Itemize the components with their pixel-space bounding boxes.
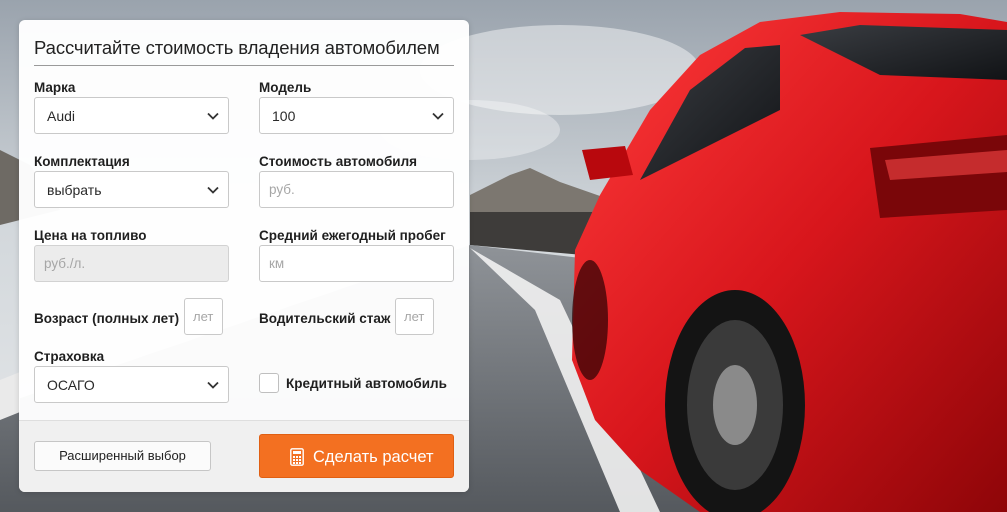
calculate-button[interactable]: Сделать расчет [259,434,454,478]
calculator-icon [290,448,304,466]
form-title: Рассчитайте стоимость владения автомобил… [34,37,440,58]
driving-experience-input[interactable]: лет [395,298,434,335]
age-input[interactable]: лет [184,298,223,335]
insurance-label: Страховка [34,349,105,364]
annual-mileage-label: Средний ежегодный пробег [259,228,446,243]
annual-mileage-input[interactable]: км [259,245,454,282]
fuel-price-placeholder: руб./л. [44,256,86,271]
car-price-input[interactable]: руб. [259,171,454,208]
model-value: 100 [272,108,296,124]
model-label: Модель [259,80,312,95]
chevron-down-icon [207,381,219,389]
age-label: Возраст (полных лет) [34,311,180,326]
car-price-placeholder: руб. [269,182,295,197]
credit-car-label[interactable]: Кредитный автомобиль [286,376,447,391]
insurance-value: ОСАГО [47,377,95,393]
title-divider [34,65,454,66]
trim-label: Комплектация [34,154,130,169]
form-footer: Расширенный выбор Сделать расчет [19,420,469,492]
credit-car-checkbox[interactable] [259,373,279,393]
fuel-price-label: Цена на топливо [34,228,147,243]
calculate-button-label: Сделать расчет [313,448,434,466]
car-price-label: Стоимость автомобиля [259,154,418,169]
advanced-selection-button[interactable]: Расширенный выбор [34,441,211,471]
fuel-price-input[interactable]: руб./л. [34,245,229,282]
chevron-down-icon [432,112,444,120]
brand-select[interactable]: Audi [34,97,229,134]
chevron-down-icon [207,186,219,194]
chevron-down-icon [207,112,219,120]
age-placeholder: лет [193,309,214,324]
model-select[interactable]: 100 [259,97,454,134]
driving-experience-placeholder: лет [404,309,425,324]
annual-mileage-placeholder: км [269,256,285,271]
driving-experience-label: Водительский стаж [259,311,391,326]
brand-label: Марка [34,80,76,95]
cost-calculator-form: Рассчитайте стоимость владения автомобил… [19,20,469,492]
brand-value: Audi [47,108,76,124]
insurance-select[interactable]: ОСАГО [34,366,229,403]
trim-value: выбрать [47,182,102,198]
trim-select[interactable]: выбрать [34,171,229,208]
